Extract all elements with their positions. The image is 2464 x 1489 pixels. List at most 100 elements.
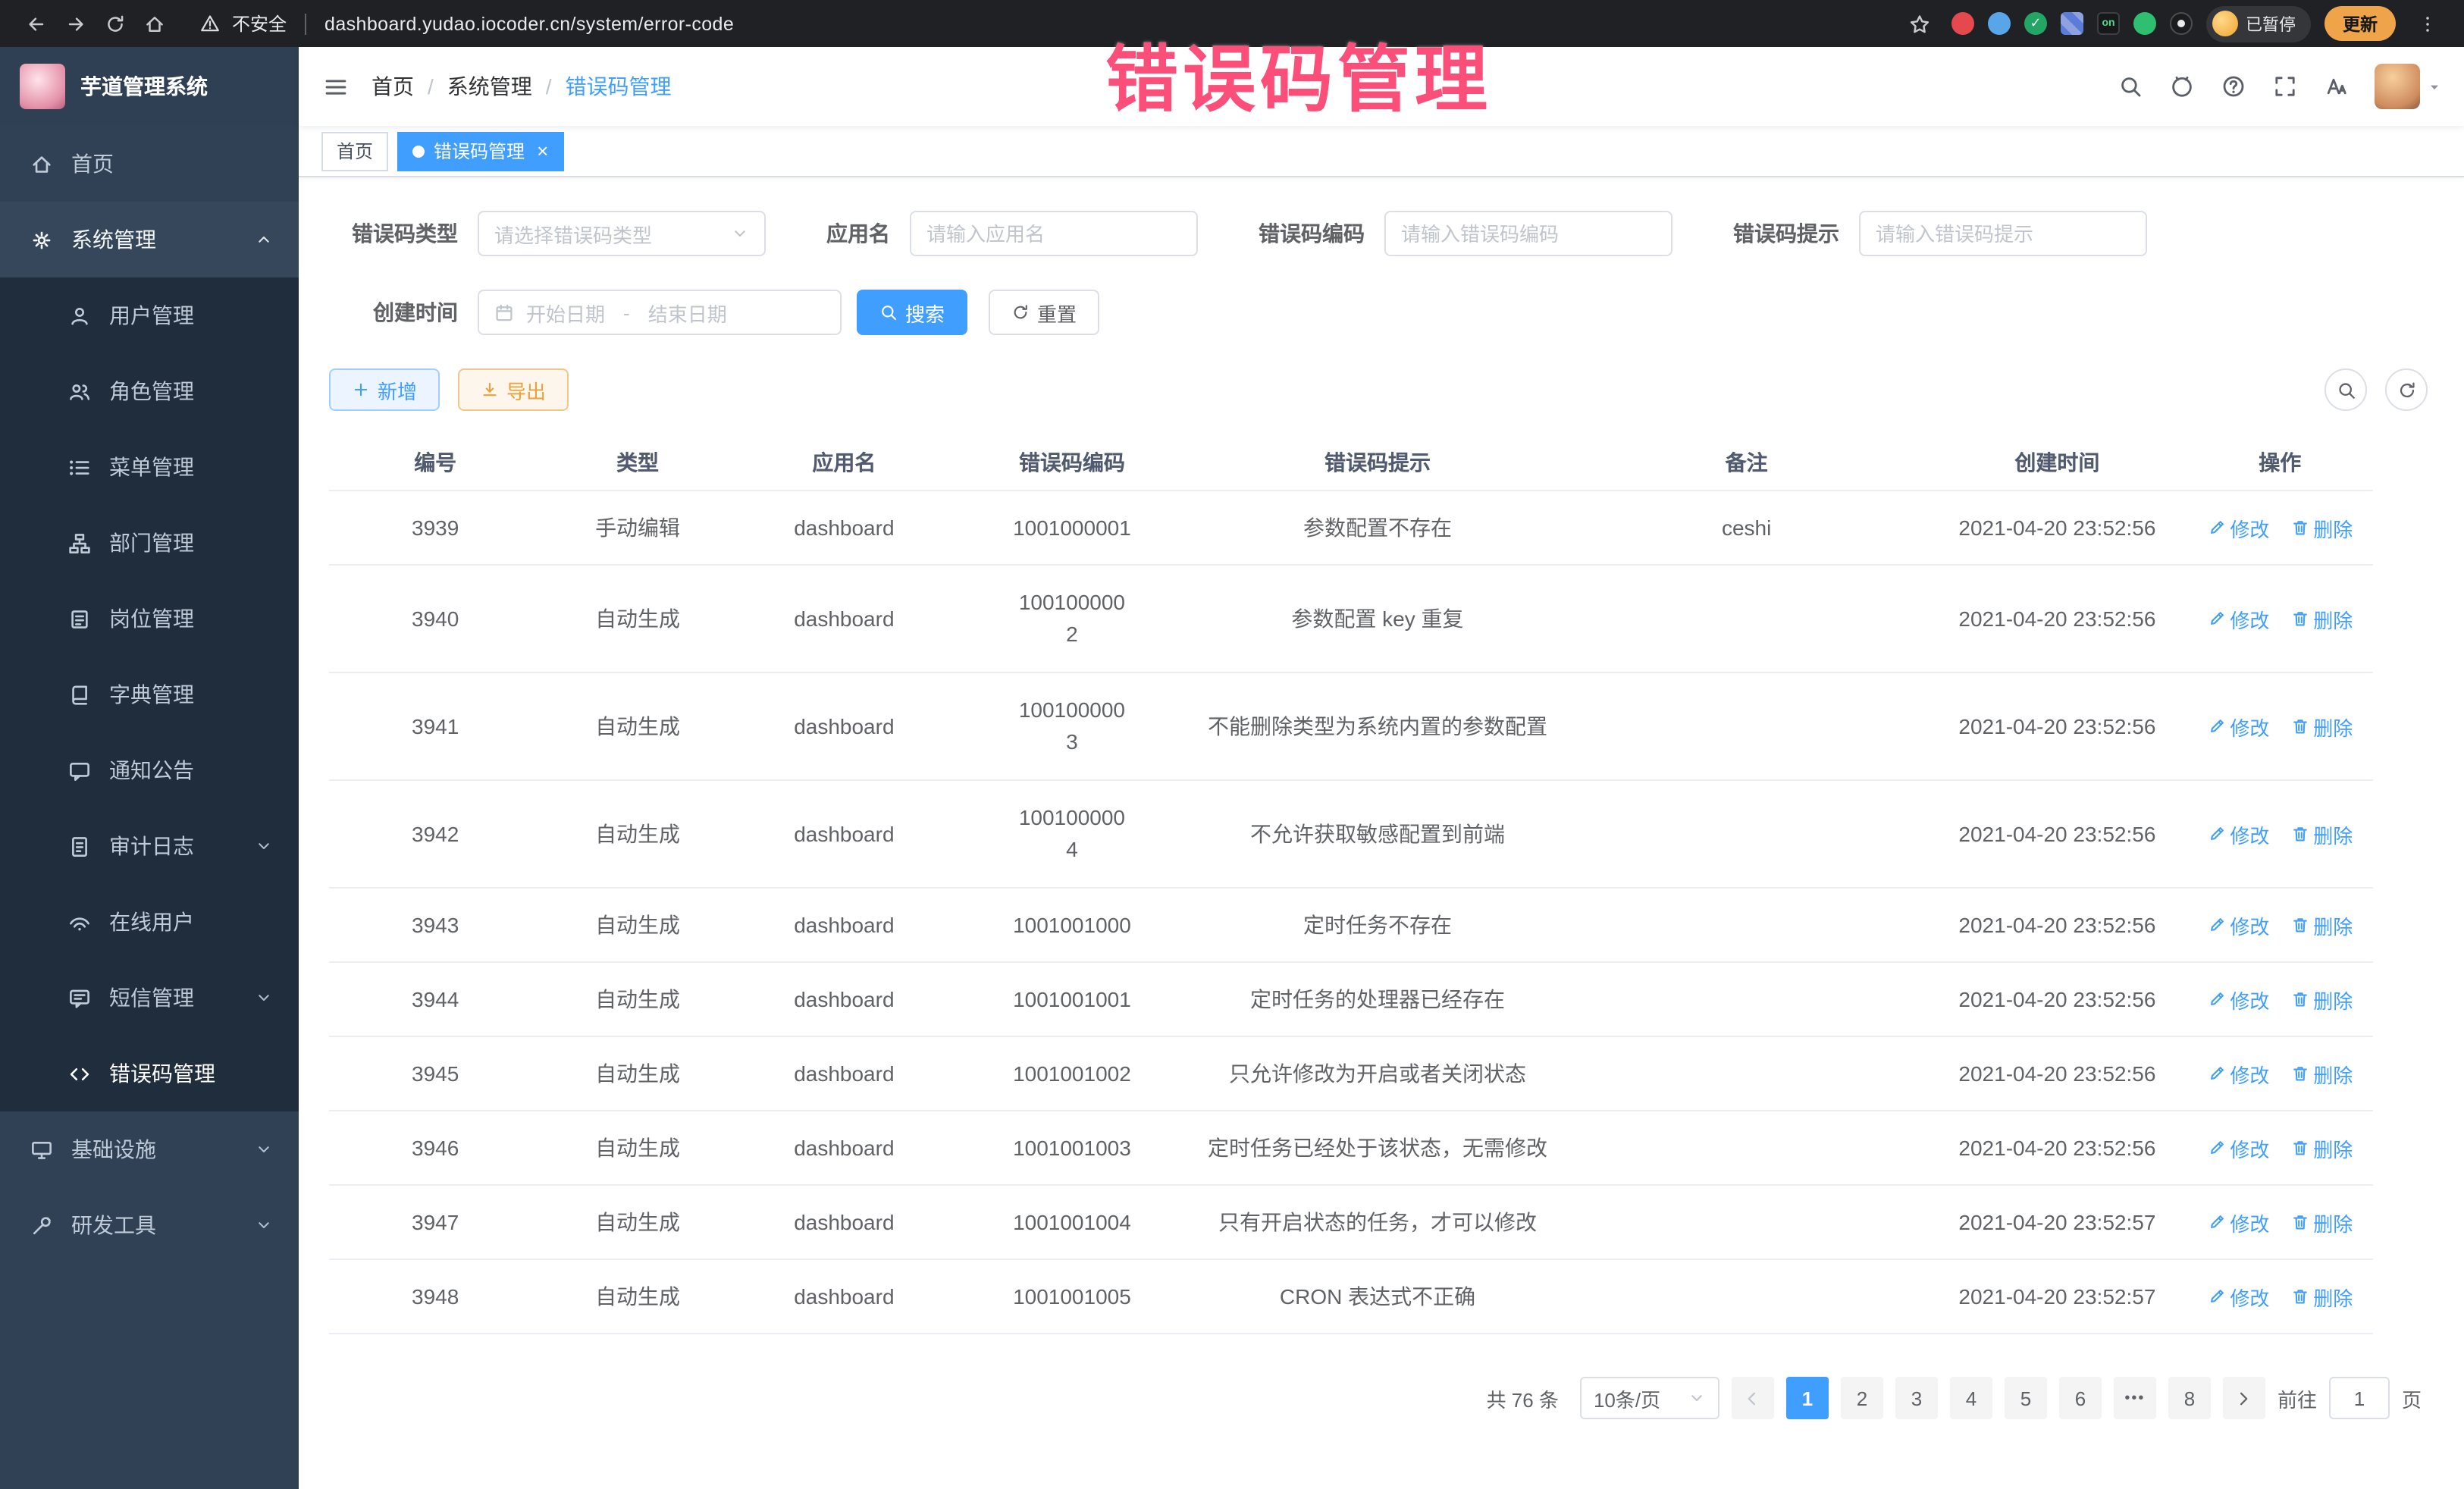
back-icon[interactable]: [18, 5, 55, 42]
delete-link[interactable]: 删除: [2290, 1208, 2353, 1237]
delete-link[interactable]: 删除: [2290, 1133, 2353, 1162]
sidebar-item-audit-log[interactable]: 审计日志: [0, 808, 299, 884]
edit-link[interactable]: 修改: [2207, 712, 2269, 741]
reload-icon[interactable]: [97, 5, 133, 42]
delete-link[interactable]: 删除: [2290, 820, 2353, 848]
close-icon[interactable]: [537, 141, 548, 161]
update-button[interactable]: 更新: [2324, 6, 2396, 41]
sidebar-item-system[interactable]: 系统管理: [0, 202, 299, 277]
page-size-select[interactable]: 10条/页: [1580, 1377, 1719, 1419]
sidebar-item-error-code[interactable]: 错误码管理: [0, 1036, 299, 1111]
error-hint-input[interactable]: [1859, 211, 2147, 256]
edit-link[interactable]: 修改: [2207, 1133, 2269, 1162]
error-code-input[interactable]: [1384, 211, 1672, 256]
cell-actions: 修改 删除: [2187, 565, 2373, 672]
sidebar-item-dept[interactable]: 部门管理: [0, 505, 299, 581]
edit-link[interactable]: 修改: [2207, 820, 2269, 848]
search-button[interactable]: 搜索: [857, 290, 967, 335]
tab-error-code[interactable]: 错误码管理: [397, 131, 563, 171]
table-row[interactable]: 3944 自动生成 dashboard 1001001001 定时任务的处理器已…: [329, 962, 2373, 1036]
export-button[interactable]: 导出: [458, 368, 569, 411]
page-2-button[interactable]: 2: [1841, 1377, 1883, 1419]
extension-icon[interactable]: [2024, 12, 2047, 35]
sidebar-item-dict[interactable]: 字典管理: [0, 657, 299, 732]
error-type-select[interactable]: 请选择错误码类型: [478, 211, 766, 256]
table-row[interactable]: 3943 自动生成 dashboard 1001001000 定时任务不存在 2…: [329, 888, 2373, 962]
edit-link[interactable]: 修改: [2207, 1282, 2269, 1311]
extension-icon[interactable]: [2097, 12, 2120, 35]
delete-link[interactable]: 删除: [2290, 513, 2353, 542]
extension-icon[interactable]: [2061, 12, 2083, 35]
table-row[interactable]: 3947 自动生成 dashboard 1001001004 只有开启状态的任务…: [329, 1185, 2373, 1259]
security-label[interactable]: 不安全: [232, 11, 287, 36]
table-row[interactable]: 3946 自动生成 dashboard 1001001003 定时任务已经处于该…: [329, 1111, 2373, 1185]
edit-link[interactable]: 修改: [2207, 604, 2269, 633]
edit-link[interactable]: 修改: [2207, 985, 2269, 1014]
add-button[interactable]: 新增: [329, 368, 440, 411]
home-icon[interactable]: [136, 5, 173, 42]
edit-link[interactable]: 修改: [2207, 911, 2269, 939]
page-8-button[interactable]: 8: [2168, 1377, 2211, 1419]
edit-link[interactable]: 修改: [2207, 513, 2269, 542]
delete-link[interactable]: 删除: [2290, 1059, 2353, 1088]
extension-icon[interactable]: [2170, 12, 2193, 35]
search-icon[interactable]: [2105, 61, 2156, 112]
page-3-button[interactable]: 3: [1895, 1377, 1938, 1419]
sidebar-item-user[interactable]: 用户管理: [0, 277, 299, 353]
page-1-button[interactable]: 1: [1786, 1377, 1829, 1419]
profile-chip[interactable]: 已暂停: [2206, 5, 2311, 42]
more-pages-button[interactable]: •••: [2114, 1377, 2156, 1419]
delete-link[interactable]: 删除: [2290, 1282, 2353, 1311]
page-5-button[interactable]: 5: [2005, 1377, 2047, 1419]
sidebar-item-role[interactable]: 角色管理: [0, 353, 299, 429]
table-row[interactable]: 3939 手动编辑 dashboard 1001000001 参数配置不存在 c…: [329, 491, 2373, 565]
sidebar-item-home[interactable]: 首页: [0, 126, 299, 202]
sidebar-item-dev-tools[interactable]: 研发工具: [0, 1187, 299, 1263]
breadcrumb-home[interactable]: 首页: [371, 71, 414, 102]
sidebar-item-sms[interactable]: 短信管理: [0, 960, 299, 1036]
prev-page-button[interactable]: [1732, 1377, 1774, 1419]
font-size-icon[interactable]: [2311, 61, 2362, 112]
delete-link[interactable]: 删除: [2290, 911, 2353, 939]
next-page-button[interactable]: [2223, 1377, 2265, 1419]
forward-icon[interactable]: [58, 5, 94, 42]
breadcrumb-system[interactable]: 系统管理: [447, 71, 532, 102]
table-row[interactable]: 3945 自动生成 dashboard 1001001002 只允许修改为开启或…: [329, 1036, 2373, 1111]
logo[interactable]: 芋道管理系统: [0, 47, 299, 126]
goto-page-input[interactable]: [2329, 1377, 2390, 1419]
search-toggle-button[interactable]: [2324, 368, 2367, 411]
delete-link[interactable]: 删除: [2290, 985, 2353, 1014]
table-row[interactable]: 3941 自动生成 dashboard 1001000003 不能删除类型为系统…: [329, 672, 2373, 780]
github-icon[interactable]: [2156, 61, 2208, 112]
caret-down-icon[interactable]: [2426, 78, 2443, 95]
sidebar-item-infra[interactable]: 基础设施: [0, 1111, 299, 1187]
table-row[interactable]: 3942 自动生成 dashboard 1001000004 不允许获取敏感配置…: [329, 780, 2373, 888]
refresh-table-button[interactable]: [2385, 368, 2428, 411]
table-row[interactable]: 3948 自动生成 dashboard 1001001005 CRON 表达式不…: [329, 1259, 2373, 1334]
sidebar-item-menu[interactable]: 菜单管理: [0, 429, 299, 505]
delete-link[interactable]: 删除: [2290, 604, 2353, 633]
extension-icon[interactable]: [1951, 12, 1974, 35]
tab-home[interactable]: 首页: [321, 131, 388, 171]
fullscreen-icon[interactable]: [2259, 61, 2311, 112]
extension-icon[interactable]: [1988, 12, 2011, 35]
edit-link[interactable]: 修改: [2207, 1059, 2269, 1088]
page-6-button[interactable]: 6: [2059, 1377, 2102, 1419]
menu-kebab-icon[interactable]: [2409, 5, 2446, 42]
help-icon[interactable]: [2208, 61, 2259, 112]
url-text[interactable]: dashboard.yudao.iocoder.cn/system/error-…: [324, 13, 734, 34]
reset-button[interactable]: 重置: [989, 290, 1099, 335]
sidebar-item-online-user[interactable]: 在线用户: [0, 884, 299, 960]
user-avatar[interactable]: [2375, 64, 2420, 109]
delete-link[interactable]: 删除: [2290, 712, 2353, 741]
page-4-button[interactable]: 4: [1950, 1377, 1992, 1419]
edit-link[interactable]: 修改: [2207, 1208, 2269, 1237]
bookmark-star-icon[interactable]: [1901, 5, 1938, 42]
hamburger-icon[interactable]: [299, 74, 371, 99]
sidebar-item-post[interactable]: 岗位管理: [0, 581, 299, 657]
sidebar-item-notice[interactable]: 通知公告: [0, 732, 299, 808]
table-row[interactable]: 3940 自动生成 dashboard 1001000002 参数配置 key …: [329, 565, 2373, 672]
app-name-input[interactable]: [910, 211, 1198, 256]
date-range-picker[interactable]: 开始日期 - 结束日期: [478, 290, 842, 335]
extension-icon[interactable]: [2133, 12, 2156, 35]
